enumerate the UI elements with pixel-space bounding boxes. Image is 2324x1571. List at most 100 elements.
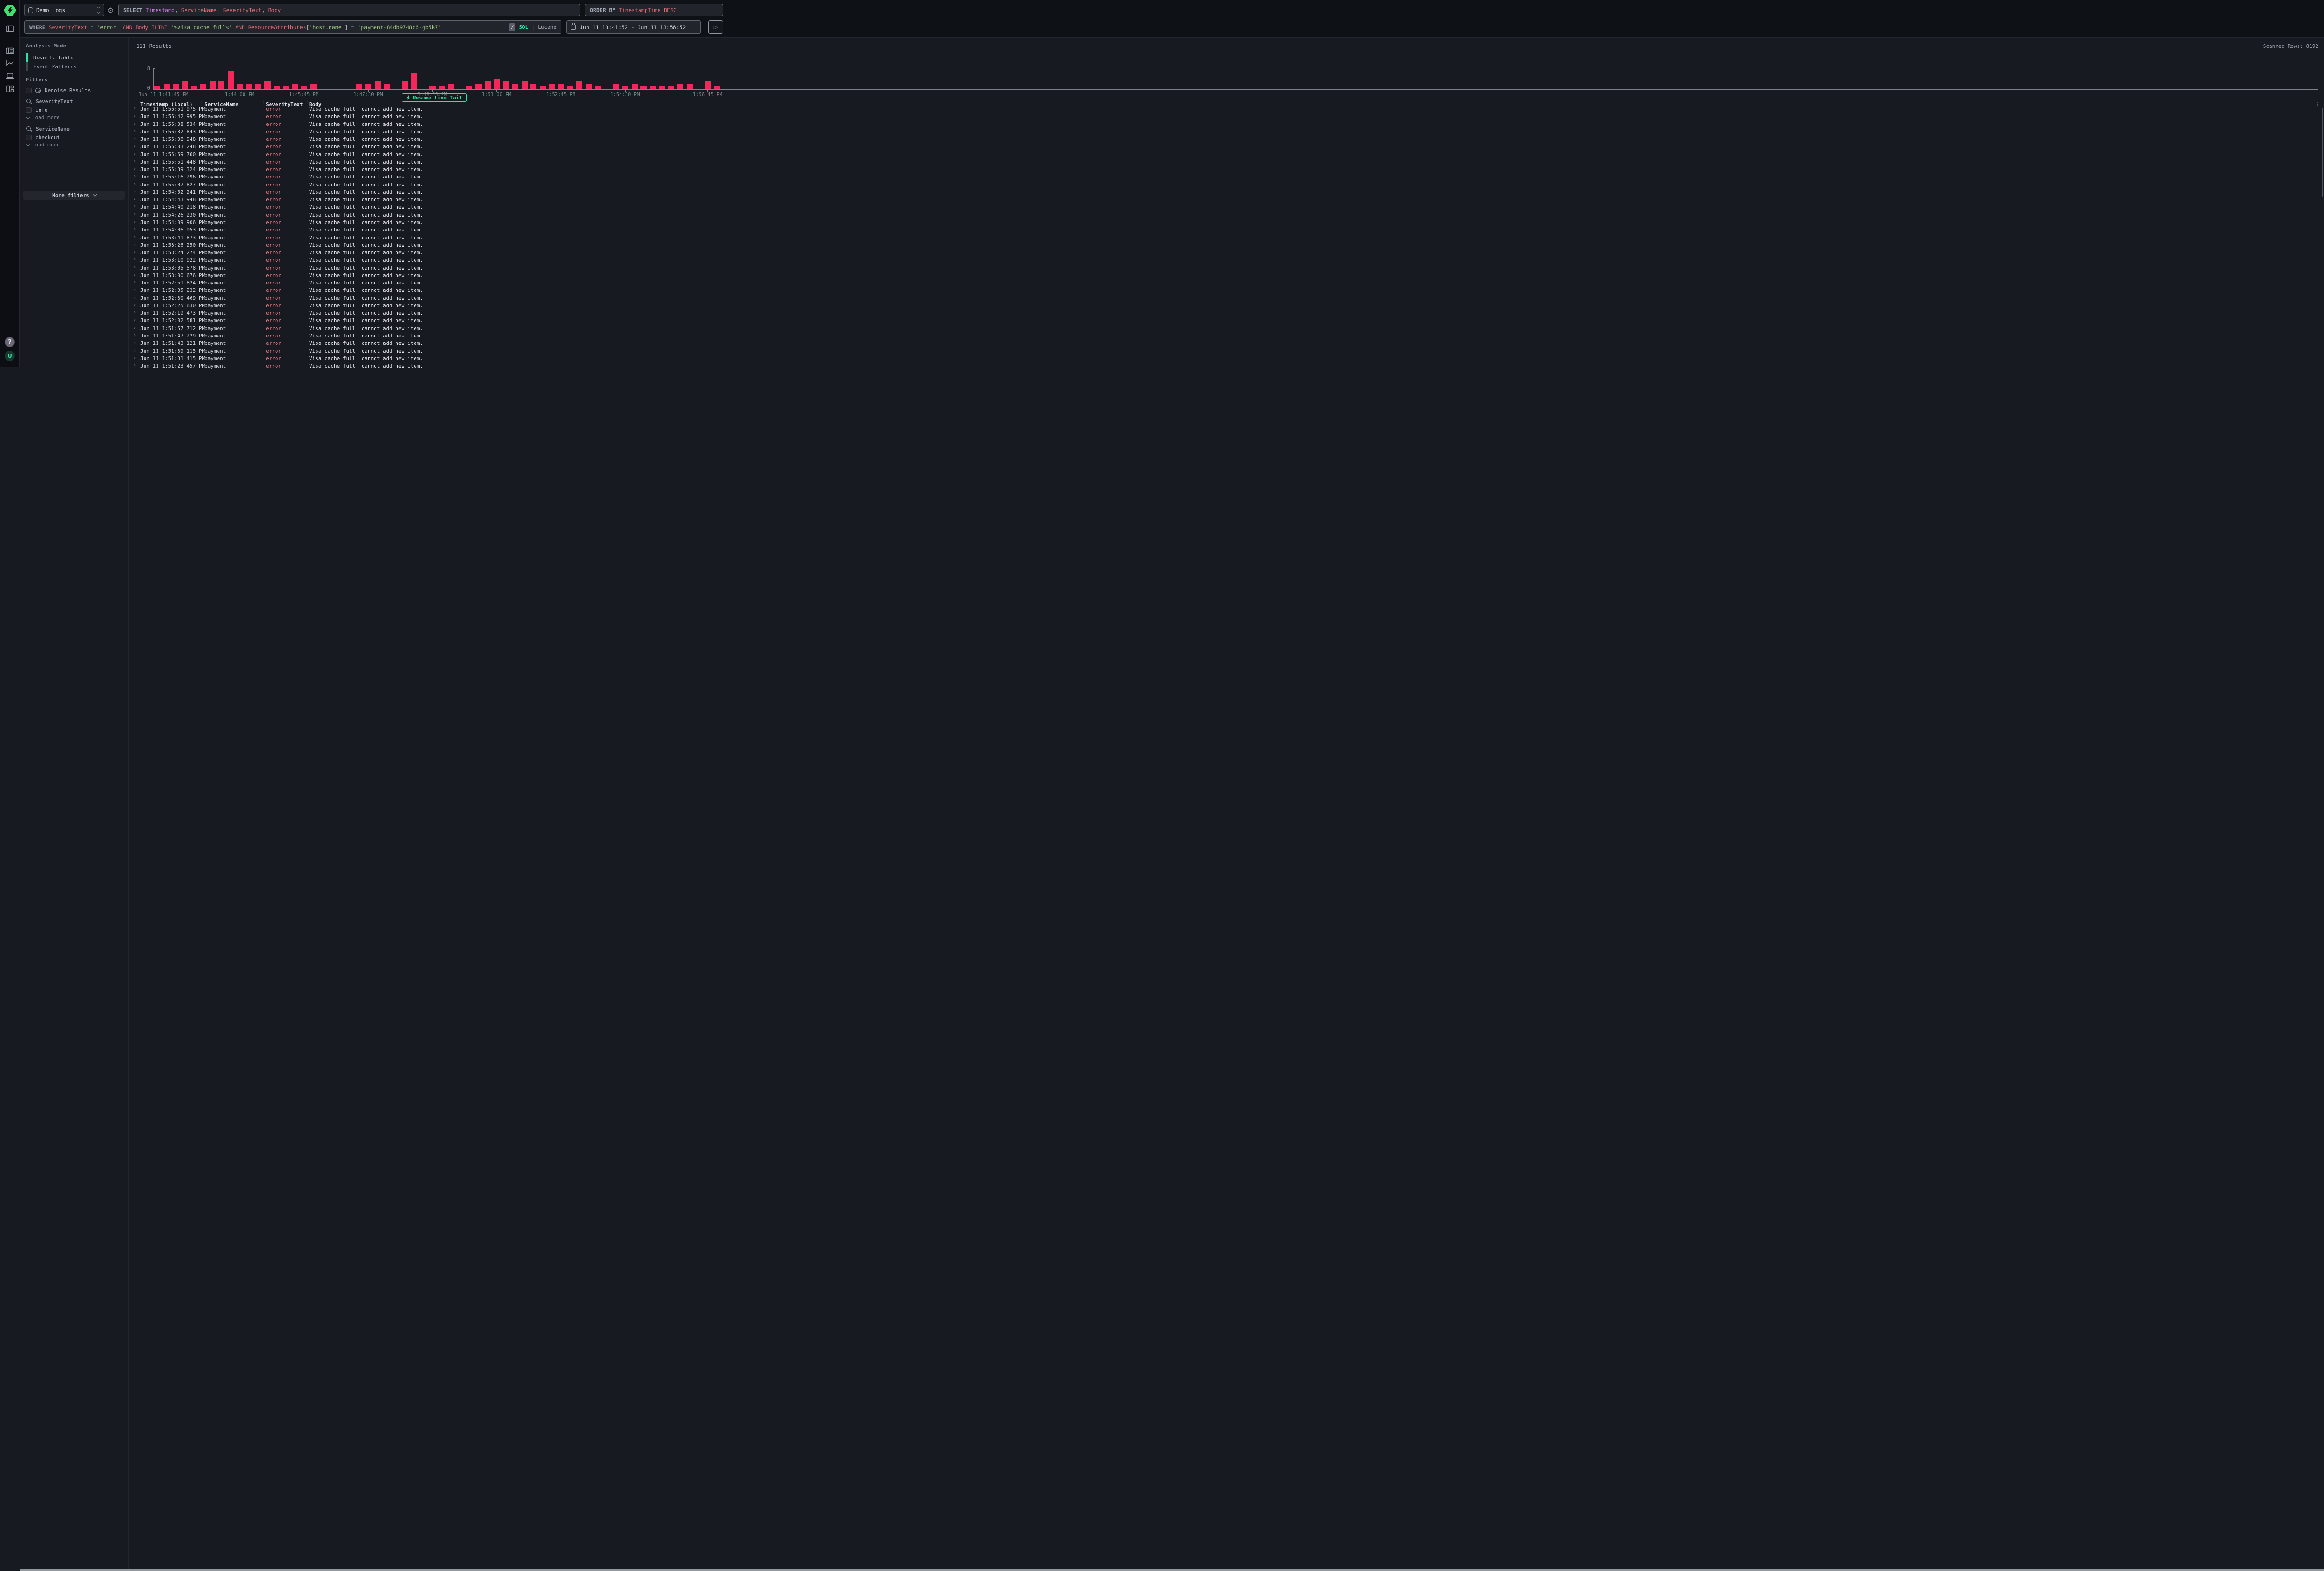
filter-option-checkout[interactable]: checkout [26, 134, 60, 140]
table-row[interactable]: ›Jun 11 1:53:05.578 PMpaymenterrorVisa c… [129, 264, 2324, 272]
table-row[interactable]: ›Jun 11 1:52:35.232 PMpaymenterrorVisa c… [129, 287, 2324, 294]
table-row[interactable]: ›Jun 11 1:56:51.975 PMpaymenterrorVisa c… [129, 107, 2324, 113]
table-row[interactable]: ›Jun 11 1:56:08.948 PMpaymenterrorVisa c… [129, 136, 2324, 143]
search-icon[interactable] [26, 99, 32, 105]
table-row[interactable]: ›Jun 11 1:55:51.448 PMpaymenterrorVisa c… [129, 158, 2324, 166]
histogram-bar[interactable] [375, 81, 381, 89]
histogram-bar[interactable] [512, 84, 518, 89]
help-button[interactable]: ? [5, 337, 15, 347]
load-more-severitytext[interactable]: Load more [26, 114, 60, 120]
histogram-bar[interactable] [494, 79, 500, 89]
table-row[interactable]: ›Jun 11 1:54:43.948 PMpaymenterrorVisa c… [129, 196, 2324, 204]
histogram-bar[interactable] [503, 81, 509, 89]
col-timestamp[interactable]: Timestamp (Local) [140, 101, 193, 107]
search-logs-icon[interactable] [6, 47, 14, 55]
user-avatar[interactable]: U [5, 351, 15, 361]
filter-option-info[interactable]: info [26, 107, 48, 113]
histogram-bar[interactable] [576, 81, 582, 89]
histogram-bar[interactable] [485, 81, 491, 89]
histogram-bar[interactable] [182, 81, 188, 89]
table-row[interactable]: ›Jun 11 1:54:09.906 PMpaymenterrorVisa c… [129, 219, 2324, 226]
histogram-bar[interactable] [411, 73, 417, 89]
histogram-bar[interactable] [384, 84, 390, 89]
denoise-checkbox[interactable] [26, 88, 32, 93]
histogram-bar[interactable] [586, 84, 592, 89]
table-row[interactable]: ›Jun 11 1:51:47.229 PMpaymenterrorVisa c… [129, 332, 2324, 340]
table-row[interactable]: ›Jun 11 1:52:19.473 PMpaymenterrorVisa c… [129, 310, 2324, 317]
col-body[interactable]: Body [309, 101, 322, 107]
mode-results-table[interactable]: Results Table [33, 55, 73, 61]
histogram-bar[interactable] [448, 84, 454, 89]
search-icon[interactable] [26, 126, 32, 132]
table-row[interactable]: ›Jun 11 1:54:52.241 PMpaymenterrorVisa c… [129, 189, 2324, 196]
histogram-bar[interactable] [677, 84, 683, 89]
load-more-servicename[interactable]: Load more [26, 142, 60, 148]
select-query-input[interactable]: SELECT Timestamp, ServiceName, SeverityT… [118, 4, 580, 16]
denoise-results-toggle[interactable]: Denoise Results [26, 87, 91, 93]
table-row[interactable]: ›Jun 11 1:52:30.469 PMpaymenterrorVisa c… [129, 295, 2324, 302]
table-row[interactable]: ›Jun 11 1:55:39.324 PMpaymenterrorVisa c… [129, 166, 2324, 173]
histogram-bar[interactable] [402, 81, 408, 89]
info-checkbox[interactable] [26, 107, 32, 113]
histogram-bar[interactable] [228, 71, 234, 89]
run-query-button[interactable]: ▷ [708, 20, 723, 34]
histogram-bar[interactable] [613, 84, 619, 89]
col-servicename[interactable]: ServiceName [205, 101, 238, 107]
mode-event-patterns[interactable]: Event Patterns [33, 64, 77, 70]
resume-live-tail-button[interactable]: Resume Live Tail [402, 93, 467, 102]
table-row[interactable]: ›Jun 11 1:55:16.296 PMpaymenterrorVisa c… [129, 173, 2324, 181]
histogram-bar[interactable] [365, 84, 371, 89]
table-row[interactable]: ›Jun 11 1:53:10.922 PMpaymenterrorVisa c… [129, 257, 2324, 264]
dashboards-icon[interactable] [6, 85, 14, 92]
table-row[interactable]: ›Jun 11 1:53:26.250 PMpaymenterrorVisa c… [129, 242, 2324, 249]
histogram-bar[interactable] [475, 84, 482, 89]
table-options-kebab-icon[interactable]: ⋮ [2315, 101, 2320, 107]
histogram-bar[interactable] [558, 84, 564, 89]
histogram-bar[interactable] [522, 81, 528, 89]
histogram-bar[interactable] [356, 84, 362, 89]
table-row[interactable]: ›Jun 11 1:56:32.843 PMpaymenterrorVisa c… [129, 128, 2324, 136]
table-row[interactable]: ›Jun 11 1:51:57.712 PMpaymenterrorVisa c… [129, 325, 2324, 332]
sessions-laptop-icon[interactable] [6, 73, 14, 80]
table-row[interactable]: ›Jun 11 1:53:00.676 PMpaymenterrorVisa c… [129, 272, 2324, 279]
column-resize-handle[interactable]: ⋮ [261, 101, 266, 106]
where-query-input[interactable]: WHERE SeverityText = 'error' AND Body IL… [24, 20, 561, 34]
table-row[interactable]: ›Jun 11 1:51:39.115 PMpaymenterrorVisa c… [129, 348, 2324, 355]
table-row[interactable]: ›Jun 11 1:54:40.218 PMpaymenterrorVisa c… [129, 204, 2324, 211]
histogram-bar[interactable] [264, 81, 271, 89]
histogram-bar[interactable] [530, 84, 536, 89]
histogram-bar[interactable] [237, 84, 243, 89]
histogram-bar[interactable] [310, 84, 317, 89]
table-row[interactable]: ›Jun 11 1:51:43.121 PMpaymenterrorVisa c… [129, 340, 2324, 347]
more-filters-button[interactable]: More filters [23, 191, 125, 200]
table-row[interactable]: ›Jun 11 1:52:51.824 PMpaymenterrorVisa c… [129, 279, 2324, 287]
table-row[interactable]: ›Jun 11 1:56:03.248 PMpaymenterrorVisa c… [129, 143, 2324, 151]
table-row[interactable]: ›Jun 11 1:54:06.953 PMpaymenterrorVisa c… [129, 226, 2324, 234]
checkout-checkbox[interactable] [26, 135, 32, 140]
sidebar-panel-icon[interactable] [6, 25, 14, 33]
table-row[interactable]: ›Jun 11 1:51:31.415 PMpaymenterrorVisa c… [129, 355, 2324, 363]
data-source-select[interactable]: Demo Logs [24, 4, 104, 16]
app-logo-icon[interactable] [4, 5, 16, 16]
table-row[interactable]: ›Jun 11 1:53:24.274 PMpaymenterrorVisa c… [129, 249, 2324, 257]
table-row[interactable]: ›Jun 11 1:51:23.457 PMpaymenterrorVisa c… [129, 363, 2324, 370]
histogram-bar[interactable] [173, 84, 179, 89]
time-range-picker[interactable]: Jun 11 13:41:52 - Jun 11 13:56:52 [566, 20, 701, 34]
histogram-bar[interactable] [210, 81, 216, 89]
table-row[interactable]: ›Jun 11 1:52:02.581 PMpaymenterrorVisa c… [129, 317, 2324, 324]
vertical-scrollbar-thumb[interactable] [2322, 108, 2324, 197]
histogram-bar[interactable] [255, 84, 261, 89]
column-resize-handle[interactable]: ⋮ [199, 101, 204, 106]
table-row[interactable]: ›Jun 11 1:56:42.995 PMpaymenterrorVisa c… [129, 113, 2324, 120]
table-row[interactable]: ›Jun 11 1:55:59.760 PMpaymenterrorVisa c… [129, 151, 2324, 158]
horizontal-scrollbar[interactable] [20, 1569, 2324, 1571]
chart-explorer-icon[interactable] [6, 60, 14, 67]
gear-icon[interactable]: ⚙ [106, 6, 115, 15]
table-row[interactable]: ›Jun 11 1:54:26.230 PMpaymenterrorVisa c… [129, 211, 2324, 219]
histogram-bar[interactable] [705, 81, 711, 89]
histogram-bar[interactable] [292, 84, 298, 89]
histogram-bar[interactable] [200, 84, 206, 89]
col-severitytext[interactable]: SeverityText [266, 101, 303, 107]
lucene-mode-toggle[interactable]: Lucene [538, 24, 556, 30]
table-row[interactable]: ›Jun 11 1:53:41.873 PMpaymenterrorVisa c… [129, 234, 2324, 242]
